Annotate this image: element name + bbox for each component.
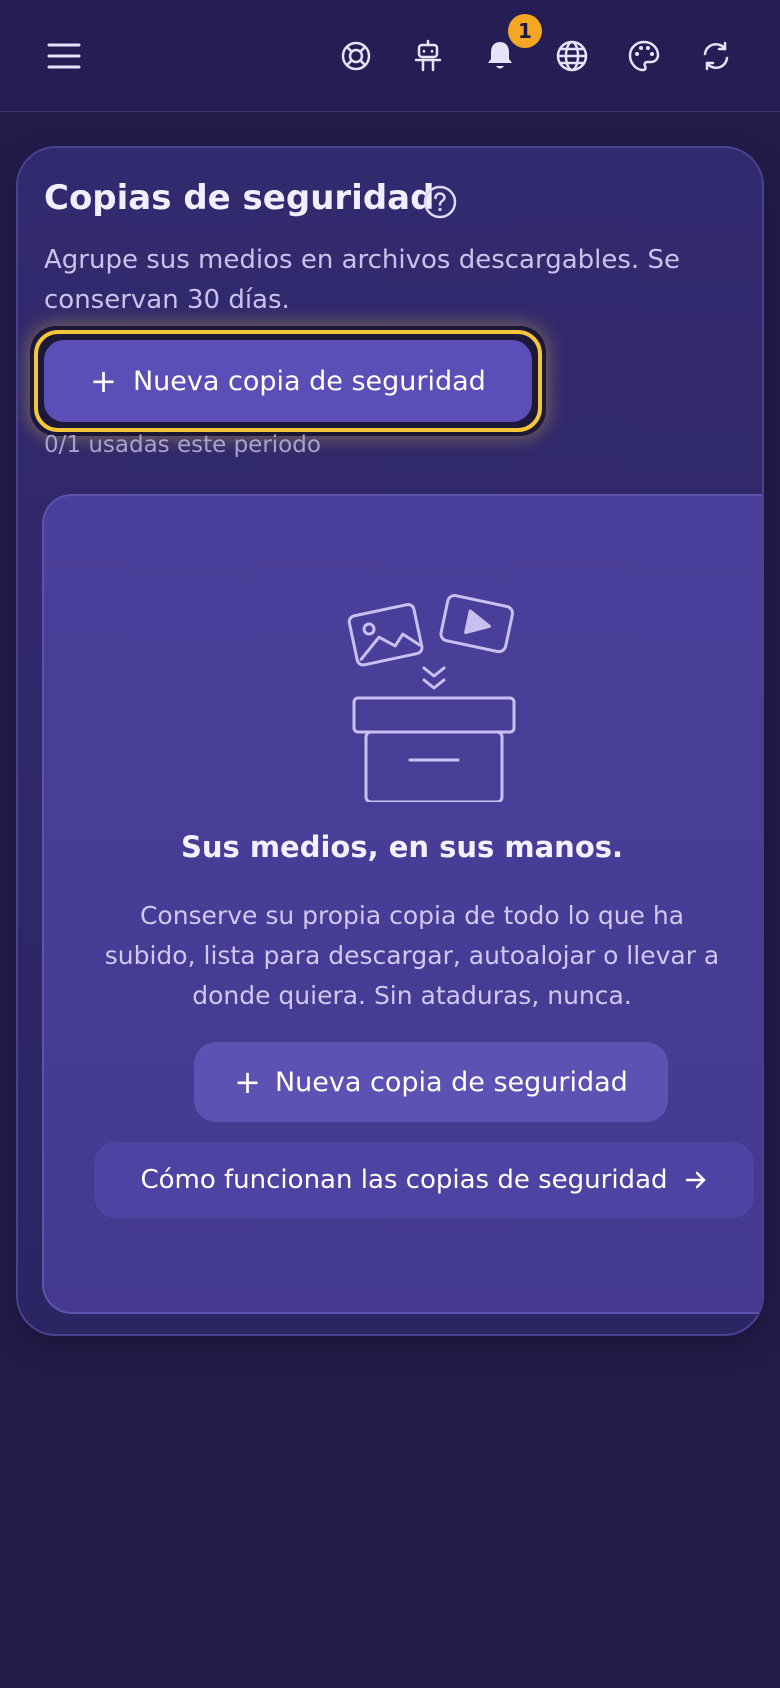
new-backup-button-label: Nueva copia de seguridad	[132, 365, 486, 397]
theme-button[interactable]	[620, 32, 668, 80]
notification-badge: 1	[508, 14, 542, 48]
empty-state-new-backup-button[interactable]: + Nueva copia de seguridad	[194, 1042, 668, 1122]
top-bar: 1	[0, 0, 780, 112]
lifebuoy-icon	[341, 41, 371, 71]
help-circle-icon	[423, 185, 457, 219]
bell-icon	[488, 42, 512, 69]
menu-button[interactable]	[40, 32, 88, 80]
plus-icon: +	[234, 1063, 261, 1101]
backups-card: Copias de seguridad Agrupe sus medios en…	[16, 146, 764, 1336]
usage-counter: 0/1 usadas este periodo	[44, 432, 321, 458]
empty-state-new-backup-label: Nueva copia de seguridad	[274, 1066, 628, 1098]
plus-icon: +	[90, 362, 117, 400]
empty-state-title: Sus medios, en sus manos.	[180, 830, 624, 864]
empty-state-description: Conserve su propia copia de todo lo que …	[104, 901, 720, 1010]
support-button[interactable]	[332, 32, 380, 80]
how-backups-work-label: Cómo funcionan las copias de seguridad	[140, 1165, 668, 1195]
how-backups-work-link[interactable]: Cómo funcionan las copias de seguridad	[94, 1142, 754, 1218]
refresh-button[interactable]	[692, 32, 740, 80]
arrow-right-icon	[685, 1171, 705, 1189]
new-backup-button[interactable]: + Nueva copia de seguridad	[44, 340, 532, 422]
globe-icon	[556, 40, 588, 72]
robot-icon	[414, 39, 442, 72]
empty-state-panel: Sus medios, en sus manos. Conserve su pr…	[42, 494, 762, 1314]
help-button[interactable]	[422, 184, 458, 220]
page-title: Copias de seguridad	[44, 178, 435, 218]
refresh-icon	[703, 41, 729, 71]
page-subtitle: Agrupe sus medios en archivos descargabl…	[44, 245, 680, 315]
language-button[interactable]	[548, 32, 596, 80]
archive-box-media-icon	[347, 594, 516, 802]
assistant-button[interactable]	[404, 32, 452, 80]
menu-icon	[47, 43, 81, 69]
palette-icon	[628, 40, 660, 72]
